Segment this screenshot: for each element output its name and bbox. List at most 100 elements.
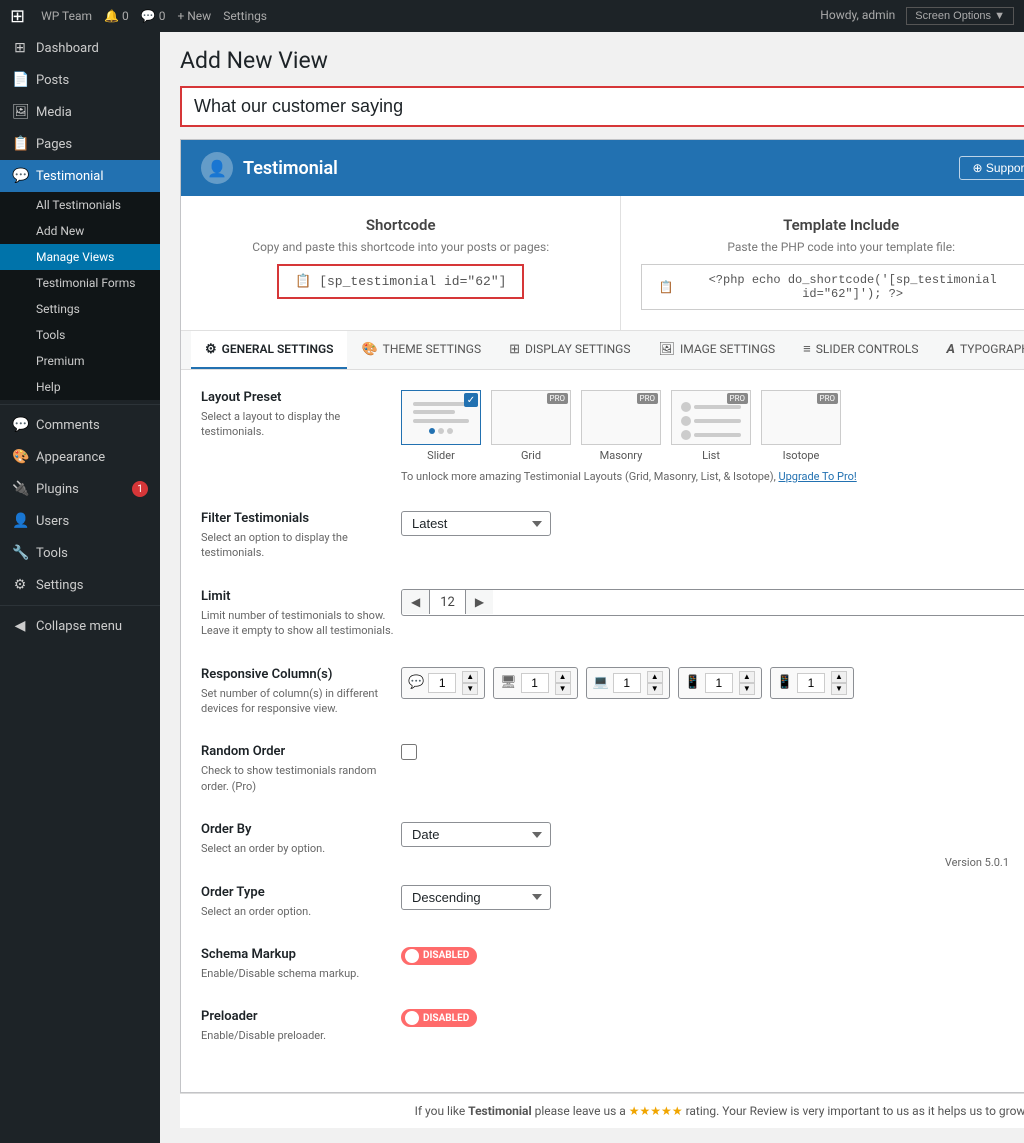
preset-grid[interactable]: PRO (491, 390, 571, 462)
limit-increment-btn[interactable]: ▶ (465, 590, 493, 614)
preset-isotope[interactable]: PRO (761, 390, 841, 462)
active-check-icon: ✓ (464, 393, 478, 407)
comments-item[interactable]: 💬 0 (141, 9, 166, 23)
sidebar-item-premium[interactable]: Premium (0, 348, 160, 374)
sidebar-item-appearance[interactable]: 🎨 Appearance (0, 441, 160, 473)
slider-tab-icon: ≡ (803, 341, 811, 357)
upgrade-link[interactable]: Upgrade To Pro! (778, 470, 856, 483)
preloader-toggle[interactable]: DISABLED (401, 1009, 1024, 1027)
sidebar-item-manage-views[interactable]: Manage Views (0, 244, 160, 270)
wp-team-item[interactable]: WP Team (41, 9, 92, 23)
shortcode-template-row: Shortcode Copy and paste this shortcode … (181, 196, 1024, 331)
sidebar-item-tools[interactable]: 🔧 Tools (0, 537, 160, 569)
limit-desc: Limit number of testimonials to show. Le… (201, 608, 401, 639)
sidebar-label-comments: Comments (36, 418, 100, 433)
footer-stars[interactable]: ★★★★★ (629, 1104, 683, 1118)
general-tab-icon: ⚙ (205, 342, 217, 357)
col-desktop-down[interactable]: ▼ (555, 683, 571, 695)
layout-preset-row: Layout Preset Select a layout to display… (201, 390, 1024, 483)
footer-bar: If you like Testimonial please leave us … (180, 1093, 1024, 1128)
schema-markup-toggle[interactable]: DISABLED (401, 947, 1024, 965)
col-mobile-up[interactable]: ▲ (831, 671, 847, 683)
sidebar-item-testimonial[interactable]: 💬 Testimonial (0, 160, 160, 192)
screen-options-btn[interactable]: Screen Options ▼ (906, 7, 1014, 25)
top-bar: ⊞ WP Team 🔔 0 💬 0 + New Settings Howdy, … (0, 0, 1024, 32)
sidebar-item-pages[interactable]: 📋 Pages (0, 128, 160, 160)
sidebar-item-all-testimonials[interactable]: All Testimonials (0, 192, 160, 218)
col-tablet-up[interactable]: ▲ (739, 671, 755, 683)
sidebar-item-comments[interactable]: 💬 Comments (0, 409, 160, 441)
responsive-columns-row: Responsive Column(s) Set number of colum… (201, 667, 1024, 717)
tab-theme[interactable]: 🎨 THEME SETTINGS (347, 331, 495, 369)
preset-list[interactable]: PRO (671, 390, 751, 462)
responsive-columns-label: Responsive Column(s) (201, 667, 401, 682)
random-order-label: Random Order (201, 744, 401, 759)
tab-general[interactable]: ⚙ GENERAL SETTINGS (191, 331, 347, 369)
tab-typography[interactable]: A TYPOGRAPHY (933, 331, 1024, 369)
responsive-col-desktop-input[interactable] (521, 673, 549, 693)
sidebar-item-collapse[interactable]: ◀ Collapse menu (0, 610, 160, 642)
preset-masonry[interactable]: PRO (581, 390, 661, 462)
col-tablet-down[interactable]: ▼ (739, 683, 755, 695)
schema-markup-label: Schema Markup (201, 947, 401, 962)
tab-slider[interactable]: ≡ SLIDER CONTROLS (789, 331, 932, 369)
sidebar-item-settings-sub[interactable]: Settings (0, 296, 160, 322)
support-button[interactable]: ⊕ Support (959, 156, 1024, 180)
schema-toggle-btn[interactable]: DISABLED (401, 947, 477, 965)
sidebar-item-tools-sub[interactable]: Tools (0, 322, 160, 348)
order-type-select[interactable]: Descending Ascending (401, 885, 551, 910)
preset-slider[interactable]: ✓ (401, 390, 481, 462)
order-by-select[interactable]: Date Title Random (401, 822, 551, 847)
responsive-col-mobile-input[interactable] (797, 673, 825, 693)
sidebar-item-users[interactable]: 👤 Users (0, 505, 160, 537)
limit-decrement-btn[interactable]: ◀ (402, 590, 430, 614)
schema-toggle-state: DISABLED (423, 950, 469, 961)
col-mobile-down[interactable]: ▼ (831, 683, 847, 695)
notifications-item[interactable]: 🔔 0 (104, 9, 129, 23)
responsive-col-laptop-input[interactable] (613, 673, 641, 693)
footer-text3: rating. Your Review is very important to… (686, 1104, 1024, 1118)
typography-tab-label: TYPOGRAPHY (960, 342, 1024, 356)
sidebar-item-testimonial-forms[interactable]: Testimonial Forms (0, 270, 160, 296)
page-title: Add New View (180, 47, 1024, 74)
col-laptop-down[interactable]: ▼ (647, 683, 663, 695)
settings-item[interactable]: Settings (223, 9, 267, 23)
col-chat-up[interactable]: ▲ (462, 671, 478, 683)
col-desktop-up[interactable]: ▲ (555, 671, 571, 683)
responsive-col-tablet-input[interactable] (705, 673, 733, 693)
shortcode-box[interactable]: 📋 [sp_testimonial id="62"] (277, 264, 524, 299)
sidebar-item-media[interactable]: 🖼 Media (0, 96, 160, 128)
random-order-checkbox[interactable] (401, 744, 417, 760)
template-copy-icon: 📋 (658, 280, 673, 295)
preloader-toggle-btn[interactable]: DISABLED (401, 1009, 477, 1027)
shortcode-subtitle: Copy and paste this shortcode into your … (201, 240, 600, 254)
template-box[interactable]: 📋 <?php echo do_shortcode('[sp_testimoni… (641, 264, 1024, 310)
sidebar-item-dashboard[interactable]: ⊞ Dashboard (0, 32, 160, 64)
sidebar-item-settings[interactable]: ⚙ Settings (0, 569, 160, 601)
wp-logo-icon: ⊞ (10, 6, 25, 27)
isotope-label: Isotope (761, 449, 841, 462)
sidebar-label-pages: Pages (36, 137, 72, 152)
filter-testimonials-select[interactable]: Latest Oldest Random (401, 511, 551, 536)
col-laptop-up[interactable]: ▲ (647, 671, 663, 683)
new-item[interactable]: + New (177, 9, 211, 23)
responsive-col-chat-input[interactable] (428, 673, 456, 693)
manage-views-label: Manage Views (36, 250, 114, 264)
pages-icon: 📋 (12, 136, 28, 152)
sidebar-item-posts[interactable]: 📄 Posts (0, 64, 160, 96)
col-chat-down[interactable]: ▼ (462, 683, 478, 695)
pro-badge-list: PRO (727, 393, 748, 404)
collapse-icon: ◀ (12, 618, 28, 634)
shortcode-col: Shortcode Copy and paste this shortcode … (181, 196, 621, 330)
view-name-input[interactable] (182, 88, 1024, 125)
typography-tab-icon: A (947, 342, 955, 357)
sidebar-item-add-new[interactable]: Add New (0, 218, 160, 244)
sidebar-label-plugins: Plugins (36, 482, 79, 497)
posts-icon: 📄 (12, 72, 28, 88)
tab-image[interactable]: 🖼 IMAGE SETTINGS (644, 331, 789, 369)
order-by-desc: Select an order by option. (201, 841, 401, 856)
sidebar-item-plugins[interactable]: 🔌 Plugins 1 (0, 473, 160, 505)
random-order-row: Random Order Check to show testimonials … (201, 744, 1024, 794)
sidebar-item-help[interactable]: Help (0, 374, 160, 400)
tab-display[interactable]: ⊞ DISPLAY SETTINGS (495, 331, 644, 369)
